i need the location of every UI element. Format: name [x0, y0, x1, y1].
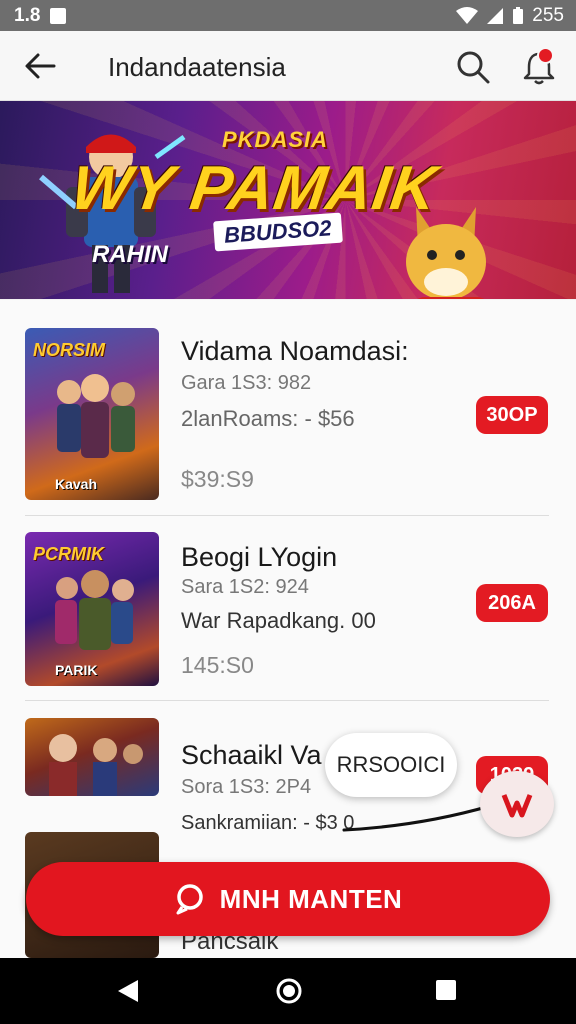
tooltip-bubble: RRSOOICI — [325, 733, 457, 797]
cta-label: MNH MANTEN — [219, 883, 403, 914]
floating-action-button[interactable] — [480, 771, 554, 837]
page-title: Indandaatensia — [108, 52, 286, 82]
signal-icon — [487, 8, 504, 24]
app-bar: Indandaatensia — [0, 31, 576, 101]
notification-dot — [537, 47, 554, 64]
characters-icon — [49, 734, 143, 796]
game-thumbnail[interactable]: PCRMIK PARIK — [25, 532, 159, 686]
price-badge-button[interactable]: 30OP — [476, 396, 548, 434]
divider — [25, 700, 549, 701]
system-nav-bar — [0, 958, 576, 1024]
nav-home-icon[interactable] — [274, 976, 304, 1006]
wifi-icon — [456, 7, 479, 24]
item-description: 2lanRoams: - $56 — [181, 406, 355, 431]
status-left: 1.8 — [14, 5, 67, 27]
status-right: 255 — [456, 5, 564, 27]
promo-banner[interactable]: PKDASIA WY PAMAIK BBUDSO2 RAHIN — [0, 101, 576, 299]
game-thumbnail[interactable]: NORSIM Kavah — [25, 328, 159, 500]
list-item[interactable]: PCRMIK PARIK Beogi LYogin Sara 1S2: 924 … — [0, 530, 576, 690]
price-badge-button[interactable]: 206A — [476, 584, 548, 622]
item-price: 145:S0 — [181, 652, 254, 678]
thumbnail-caption: Kavah — [55, 476, 98, 492]
item-meta: Sara 1S2: 924 — [181, 576, 309, 598]
status-bar: 1.8 255 — [0, 0, 576, 31]
list-item[interactable]: NORSIM Kavah Vidama Noamdasi: Gara 1S3: … — [0, 326, 576, 506]
nav-recents-icon[interactable] — [434, 978, 458, 1002]
item-name[interactable]: Schaaikl Va — [181, 740, 322, 771]
characters-icon — [55, 570, 134, 650]
game-thumbnail[interactable] — [25, 718, 159, 796]
thumbnail-title: PCRMIK — [33, 544, 104, 564]
item-meta: Sora 1S3: 2P4 — [181, 776, 312, 798]
item-name[interactable]: Vidama Noamdasi: — [181, 336, 409, 367]
notification-icon — [50, 8, 67, 24]
primary-cta-button[interactable]: MNH MANTEN — [26, 862, 550, 936]
status-time: 1.8 — [14, 5, 41, 26]
back-arrow-icon[interactable] — [20, 49, 60, 83]
chat-bubble-icon — [176, 884, 203, 915]
banner-corner-label: RAHIN — [92, 241, 168, 268]
thumbnail-caption: PARIK — [55, 662, 98, 678]
thumbnail-title: NORSIM — [33, 340, 105, 360]
pointer-line — [342, 804, 492, 832]
divider — [25, 515, 549, 516]
nav-back-icon[interactable] — [116, 978, 142, 1004]
item-name[interactable]: Beogi LYogin — [181, 542, 337, 573]
banner-subtitle: PKDASIA — [222, 127, 329, 152]
dog-mascot-icon — [406, 207, 486, 299]
item-description: Sankramiian: - $3 0 — [181, 812, 355, 834]
characters-icon — [57, 374, 135, 458]
notifications-button[interactable] — [518, 46, 560, 88]
gift-icon — [501, 794, 533, 818]
search-icon[interactable] — [454, 48, 492, 86]
item-description: War Rapadkang. 00 — [181, 608, 376, 633]
battery-icon — [513, 7, 524, 24]
battery-level: 255 — [532, 5, 564, 26]
item-price: $39:S9 — [181, 466, 254, 492]
item-meta: Gara 1S3: 982 — [181, 372, 312, 394]
